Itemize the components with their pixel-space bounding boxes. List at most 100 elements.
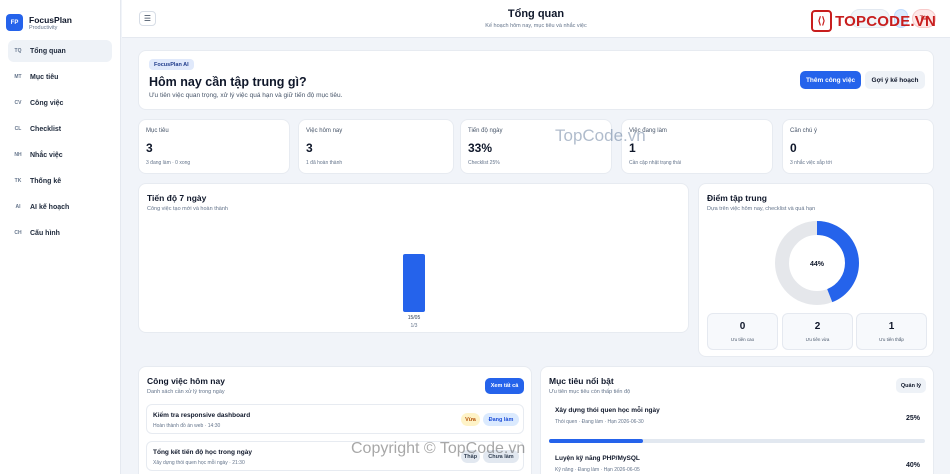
- stat-label: Việc hôm nay: [306, 128, 343, 134]
- chart-value-label: 1/3: [410, 323, 418, 329]
- sidebar-item-cong-viec[interactable]: CV Công việc: [8, 92, 112, 114]
- priority-mid-box: 2 Ưu tiên vừa: [782, 313, 853, 350]
- focus-title: Điểm tập trung: [707, 193, 767, 203]
- tasks-title: Công việc hôm nay: [147, 376, 225, 386]
- stat-card-today-tasks: Việc hôm nay 3 1 đã hoàn thành: [298, 119, 454, 174]
- task-row[interactable]: Kiểm tra responsive dashboard Hoàn thành…: [146, 404, 524, 434]
- brand-logo: FP: [6, 14, 23, 31]
- sidebar-item-label: Nhắc việc: [30, 151, 63, 159]
- sidebar-item-label: Mục tiêu: [30, 73, 59, 81]
- nav-code: TQ: [14, 48, 22, 54]
- goal-progress-bar: [549, 439, 925, 443]
- topbar: ☰ Tổng quan Kế hoạch hôm nay, mục tiêu v…: [122, 0, 950, 38]
- priority-low-label: Ưu tiên thấp: [879, 337, 904, 342]
- stat-value: 3: [146, 141, 153, 155]
- chart-bar: [403, 254, 425, 312]
- topcode-logo-watermark: ⟨⟩ TOPCODE.VN: [811, 9, 936, 33]
- topcode-logo-icon: ⟨⟩: [811, 10, 833, 32]
- task-meta: Xây dựng thói quen học mỗi ngày · 21:30: [153, 460, 245, 466]
- stat-label: Cần chú ý: [790, 128, 818, 134]
- sidebar-item-label: Cấu hình: [30, 229, 60, 237]
- progress-chart-card: Tiến độ 7 ngày Công việc tạo mới và hoàn…: [138, 183, 689, 333]
- featured-goals-card: Mục tiêu nổi bật Ưu tiên mục tiêu còn th…: [540, 366, 934, 474]
- brand-tagline: Productivity: [29, 24, 58, 31]
- goal-progress-fill: [549, 439, 643, 443]
- stat-sub: 3 nhắc việc sắp tới: [790, 160, 832, 166]
- goal-item[interactable]: Luyện kỹ năng PHP/MySQL Kỹ năng · Đang l…: [549, 450, 927, 474]
- goal-title: Luyện kỹ năng PHP/MySQL: [555, 455, 640, 462]
- goal-meta: Kỹ năng · Đang làm · Hạn 2026-06-05: [555, 467, 640, 473]
- nav-code: MT: [14, 74, 22, 80]
- sidebar-item-label: Tổng quan: [30, 47, 66, 55]
- priority-mid-value: 2: [814, 321, 821, 332]
- task-title: Tổng kết tiến độ học trong ngày: [153, 449, 252, 456]
- copyright-watermark: Copyright © TopCode.vn: [351, 440, 526, 457]
- focus-donut: 44%: [775, 221, 859, 305]
- tasks-subtitle: Danh sách cần xử lý trong ngày: [147, 389, 225, 395]
- nav-code: CH: [14, 230, 22, 236]
- goal-title: Xây dựng thói quen học mỗi ngày: [555, 407, 660, 414]
- center-watermark: TopCode.vn: [555, 126, 646, 145]
- brand[interactable]: FP FocusPlan Productivity: [0, 0, 120, 36]
- brand-name: FocusPlan: [29, 14, 72, 25]
- nav-code: TK: [14, 178, 22, 184]
- focus-card: Điểm tập trung Dựa trên việc hôm nay, ch…: [698, 183, 934, 357]
- sidebar-item-muc-tieu[interactable]: MT Mục tiêu: [8, 66, 112, 88]
- chart-x-tick-label: 15/05: [407, 315, 421, 321]
- donut-percent-label: 44%: [810, 261, 825, 268]
- stat-sub: Cần cập nhật trạng thái: [629, 160, 681, 166]
- goal-percent: 40%: [905, 462, 920, 469]
- hero-card: FocusPlan AI Hôm nay cần tập trung gì? Ư…: [138, 50, 934, 110]
- ai-chip: FocusPlan AI: [149, 59, 194, 70]
- add-task-button[interactable]: Thêm công việc: [800, 71, 861, 89]
- hero-subtitle: Ưu tiên việc quan trọng, xử lý việc quá …: [149, 92, 343, 99]
- priority-high-value: 0: [739, 321, 746, 332]
- goals-title: Mục tiêu nổi bật: [549, 376, 614, 386]
- goals-subtitle: Ưu tiên mục tiêu còn thấp tiến độ: [549, 389, 631, 395]
- stat-value: 0: [790, 141, 797, 155]
- priority-badge: Vừa: [461, 413, 480, 426]
- goal-percent: 25%: [905, 415, 920, 422]
- stat-sub: 3 đang làm · 0 xong: [146, 160, 191, 166]
- bar-chart: 15/05 1/3: [139, 184, 690, 334]
- hero-title: Hôm nay cần tập trung gì?: [149, 75, 307, 89]
- priority-mid-label: Ưu tiên vừa: [805, 337, 830, 342]
- sidebar-item-cau-hinh[interactable]: CH Cấu hình: [8, 222, 112, 244]
- priority-low-box: 1 Ưu tiên thấp: [856, 313, 927, 350]
- sidebar-item-checklist[interactable]: CL Checklist: [8, 118, 112, 140]
- task-title: Kiểm tra responsive dashboard: [153, 412, 251, 419]
- stat-card-attention: Cần chú ý 0 3 nhắc việc sắp tới: [782, 119, 934, 174]
- manage-goals-button[interactable]: Quản lý: [896, 378, 926, 393]
- sidebar-item-nhac-viec[interactable]: NH Nhắc việc: [8, 144, 112, 166]
- stat-value: 33%: [468, 141, 493, 155]
- nav-code: AI: [15, 204, 21, 210]
- sidebar-item-thong-ke[interactable]: TK Thống kê: [8, 170, 112, 192]
- sidebar-item-tong-quan[interactable]: TQ Tổng quan: [8, 40, 112, 62]
- stat-label: Tiến độ ngày: [468, 128, 503, 134]
- focus-subtitle: Dựa trên việc hôm nay, checklist và quá …: [707, 206, 816, 212]
- nav-code: CV: [14, 100, 22, 106]
- sidebar-item-ai-ke-hoach[interactable]: AI AI kế hoạch: [8, 196, 112, 218]
- sidebar-item-label: Thống kê: [30, 177, 62, 185]
- topcode-logo-text: TOPCODE.VN: [835, 12, 936, 30]
- stat-card-goals: Mục tiêu 3 3 đang làm · 0 xong: [138, 119, 290, 174]
- sidebar-item-label: Công việc: [30, 99, 64, 107]
- stat-label: Mục tiêu: [146, 128, 169, 134]
- stat-value: 3: [306, 141, 313, 155]
- priority-high-label: Ưu tiên cao: [730, 337, 755, 342]
- nav-code: CL: [14, 126, 22, 132]
- sidebar-item-label: AI kế hoạch: [30, 203, 70, 211]
- status-badge[interactable]: Đang làm: [483, 413, 519, 426]
- nav-code: NH: [14, 152, 22, 158]
- priority-high-box: 0 Ưu tiên cao: [707, 313, 778, 350]
- stat-sub: Checklist 25%: [468, 160, 500, 166]
- sidebar: FP FocusPlan Productivity TQ Tổng quan MT…: [0, 0, 121, 474]
- stat-sub: 1 đã hoàn thành: [306, 160, 343, 166]
- priority-low-value: 1: [888, 321, 895, 332]
- sidebar-item-label: Checklist: [30, 125, 62, 133]
- goal-meta: Thói quen · Đang làm · Hạn 2026-06-30: [555, 419, 644, 425]
- view-all-button[interactable]: Xem tất cả: [485, 378, 524, 394]
- goal-item[interactable]: Xây dựng thói quen học mỗi ngày Thói que…: [549, 402, 927, 436]
- suggest-plan-button[interactable]: Gợi ý kế hoạch: [865, 71, 925, 89]
- task-meta: Hoàn thành đồ án web · 14:30: [153, 423, 221, 429]
